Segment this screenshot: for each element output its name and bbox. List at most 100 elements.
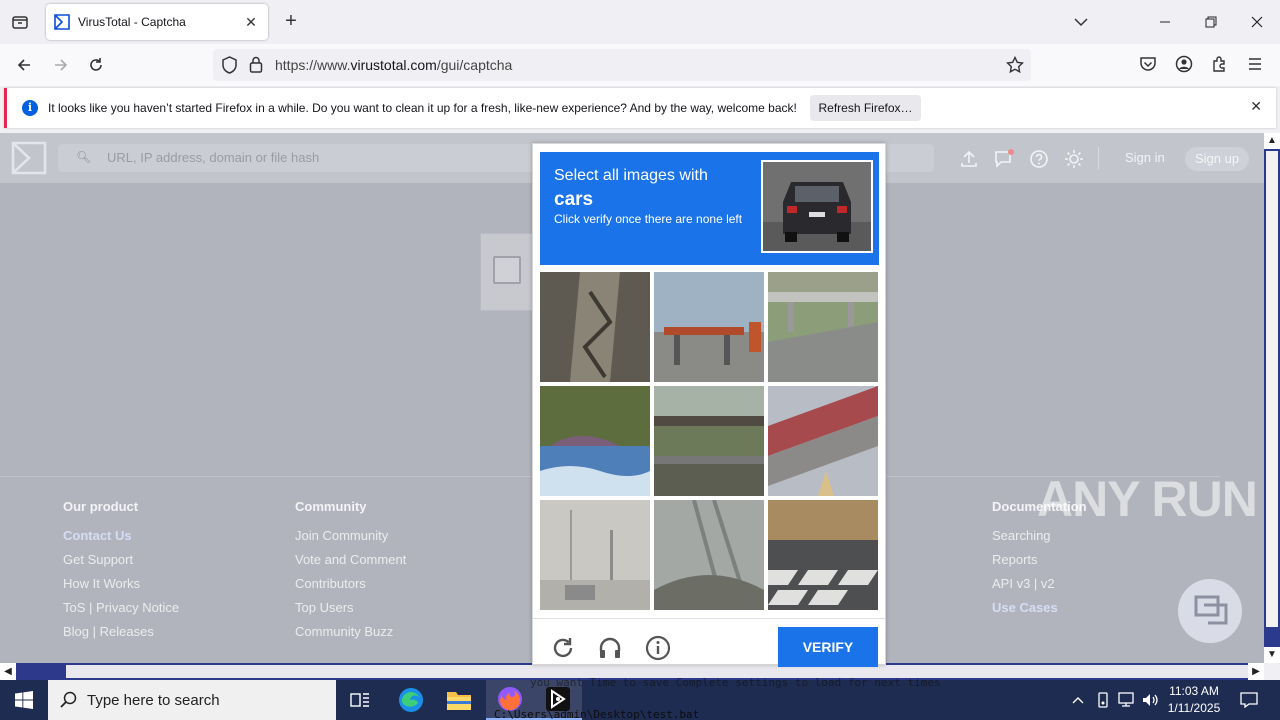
close-window-button[interactable]: [1234, 0, 1280, 44]
task-view-icon[interactable]: [336, 680, 384, 720]
url-host: virustotal.com: [350, 57, 437, 73]
footer-link-use-cases[interactable]: Use Cases: [992, 599, 1087, 623]
captcha-tile-4[interactable]: [540, 386, 650, 496]
captcha-checkbox-card: [480, 233, 540, 311]
footer-link-get-support[interactable]: Get Support: [63, 551, 179, 575]
search-icon: 🔍︎: [76, 150, 92, 164]
notifications-icon[interactable]: [993, 148, 1015, 170]
new-tab-button[interactable]: +: [280, 10, 302, 34]
system-clock[interactable]: 11:03 AM 1/11/2025: [1162, 683, 1226, 717]
edge-icon[interactable]: [387, 680, 435, 720]
footer-our-product: Our product Contact Us Get Support How I…: [63, 499, 179, 647]
footer-link-api[interactable]: API v3 | v2: [992, 575, 1087, 599]
account-icon[interactable]: [1175, 55, 1193, 73]
forward-icon[interactable]: [48, 53, 74, 77]
captcha-tile-7[interactable]: [540, 500, 650, 610]
chat-bubble-icon[interactable]: [1178, 579, 1242, 643]
action-center-icon[interactable]: [1234, 680, 1264, 720]
captcha-footer: VERIFY: [533, 618, 885, 667]
scroll-thumb[interactable]: [1266, 151, 1278, 627]
verify-button[interactable]: VERIFY: [778, 627, 878, 667]
captcha-tile-2[interactable]: [654, 272, 764, 382]
sign-in-link[interactable]: Sign in: [1125, 150, 1165, 165]
taskbar-search-input[interactable]: Type here to search: [48, 680, 336, 720]
footer-link-contact-us[interactable]: Contact Us: [63, 527, 179, 551]
windows-start-icon[interactable]: [0, 680, 48, 720]
captcha-tile-6[interactable]: [768, 386, 878, 496]
volume-icon[interactable]: [1140, 680, 1162, 720]
device-icon[interactable]: [1093, 680, 1113, 720]
footer-link-contributors[interactable]: Contributors: [295, 575, 406, 599]
pocket-icon[interactable]: [1139, 56, 1157, 73]
clock-date: 1/11/2025: [1167, 701, 1221, 715]
footer-link-top-users[interactable]: Top Users: [295, 599, 406, 623]
minimize-button[interactable]: [1142, 0, 1188, 44]
scroll-down-icon[interactable]: ▼: [1264, 647, 1280, 663]
captcha-dialog: Select all images with cars Click verify…: [532, 143, 886, 667]
tab-close-icon[interactable]: ✕: [242, 14, 260, 31]
footer-link-community-buzz[interactable]: Community Buzz: [295, 623, 406, 647]
scroll-right-icon[interactable]: ▶: [1248, 663, 1264, 680]
scroll-left-icon[interactable]: ◀: [0, 663, 16, 680]
anyrun-watermark: ANY RUN: [1037, 471, 1258, 527]
sign-up-button[interactable]: Sign up: [1185, 147, 1249, 171]
url-prefix: https://www.: [275, 57, 351, 73]
captcha-tile-3[interactable]: [768, 272, 878, 382]
taskbar-search-placeholder: Type here to search: [87, 691, 220, 709]
captcha-instruction: Select all images with: [554, 167, 708, 184]
virustotal-logo-icon[interactable]: [11, 141, 47, 175]
list-all-tabs-icon[interactable]: [1070, 12, 1092, 32]
audio-challenge-icon[interactable]: [597, 635, 623, 661]
captcha-tile-1[interactable]: [540, 272, 650, 382]
captcha-target: cars: [554, 189, 594, 210]
footer-link-reports[interactable]: Reports: [992, 551, 1087, 575]
file-explorer-icon[interactable]: [435, 680, 483, 720]
address-bar[interactable]: https://www.virustotal.com/gui/captcha: [213, 49, 1031, 81]
search-icon: [60, 691, 77, 708]
footer-heading: Our product: [63, 499, 139, 514]
footer-link-join-community[interactable]: Join Community: [295, 527, 406, 551]
url-text[interactable]: https://www.virustotal.com/gui/captcha: [275, 57, 512, 73]
tab-list-icon[interactable]: [0, 0, 40, 44]
active-tab[interactable]: VirusTotal - Captcha ✕: [46, 4, 268, 40]
extensions-icon[interactable]: [1211, 55, 1229, 73]
upload-icon[interactable]: [958, 148, 980, 170]
vertical-scrollbar[interactable]: ▲ ▼: [1264, 133, 1280, 663]
theme-toggle-icon[interactable]: [1063, 148, 1085, 170]
lock-icon[interactable]: [249, 56, 263, 73]
info-icon[interactable]: [645, 635, 671, 661]
captcha-hint: Click verify once there are none left: [554, 212, 743, 226]
notification-message: It looks like you haven’t started Firefo…: [48, 101, 797, 115]
console-text-line: you want Time to save Complete settings …: [530, 676, 941, 689]
scroll-up-icon[interactable]: ▲: [1264, 133, 1280, 149]
captcha-tile-5[interactable]: [654, 386, 764, 496]
restore-button[interactable]: [1188, 0, 1234, 44]
footer-heading: Community: [295, 499, 367, 514]
show-hidden-icons-icon[interactable]: [1068, 680, 1088, 720]
info-icon: i: [22, 100, 38, 116]
captcha-prompt: Select all images with cars Click verify…: [540, 152, 879, 265]
captcha-tile-8[interactable]: [654, 500, 764, 610]
refresh-icon[interactable]: [550, 635, 576, 661]
captcha-checkbox[interactable]: [493, 256, 521, 284]
shield-icon[interactable]: [221, 56, 238, 74]
footer-link-blog-releases[interactable]: Blog | Releases: [63, 623, 179, 647]
help-icon[interactable]: [1028, 148, 1050, 170]
footer-link-vote-comment[interactable]: Vote and Comment: [295, 551, 406, 575]
network-icon[interactable]: [1116, 680, 1138, 720]
virustotal-favicon-icon: [54, 14, 70, 30]
footer-link-tos-privacy[interactable]: ToS | Privacy Notice: [63, 599, 179, 623]
tab-bar: VirusTotal - Captcha ✕ +: [0, 0, 1280, 44]
notification-close-icon[interactable]: ✕: [1250, 98, 1262, 115]
back-icon[interactable]: [11, 53, 37, 77]
navigation-bar: https://www.virustotal.com/gui/captcha: [0, 44, 1280, 86]
reload-icon[interactable]: [83, 53, 109, 77]
footer-community: Community Join Community Vote and Commen…: [295, 499, 406, 647]
refresh-firefox-button[interactable]: Refresh Firefox…: [810, 95, 921, 121]
menu-icon[interactable]: [1247, 56, 1263, 72]
footer-link-searching[interactable]: Searching: [992, 527, 1087, 551]
footer-link-how-it-works[interactable]: How It Works: [63, 575, 179, 599]
clock-time: 11:03 AM: [1169, 684, 1219, 698]
bookmark-star-icon[interactable]: [1006, 56, 1024, 74]
captcha-tile-9[interactable]: [768, 500, 878, 610]
